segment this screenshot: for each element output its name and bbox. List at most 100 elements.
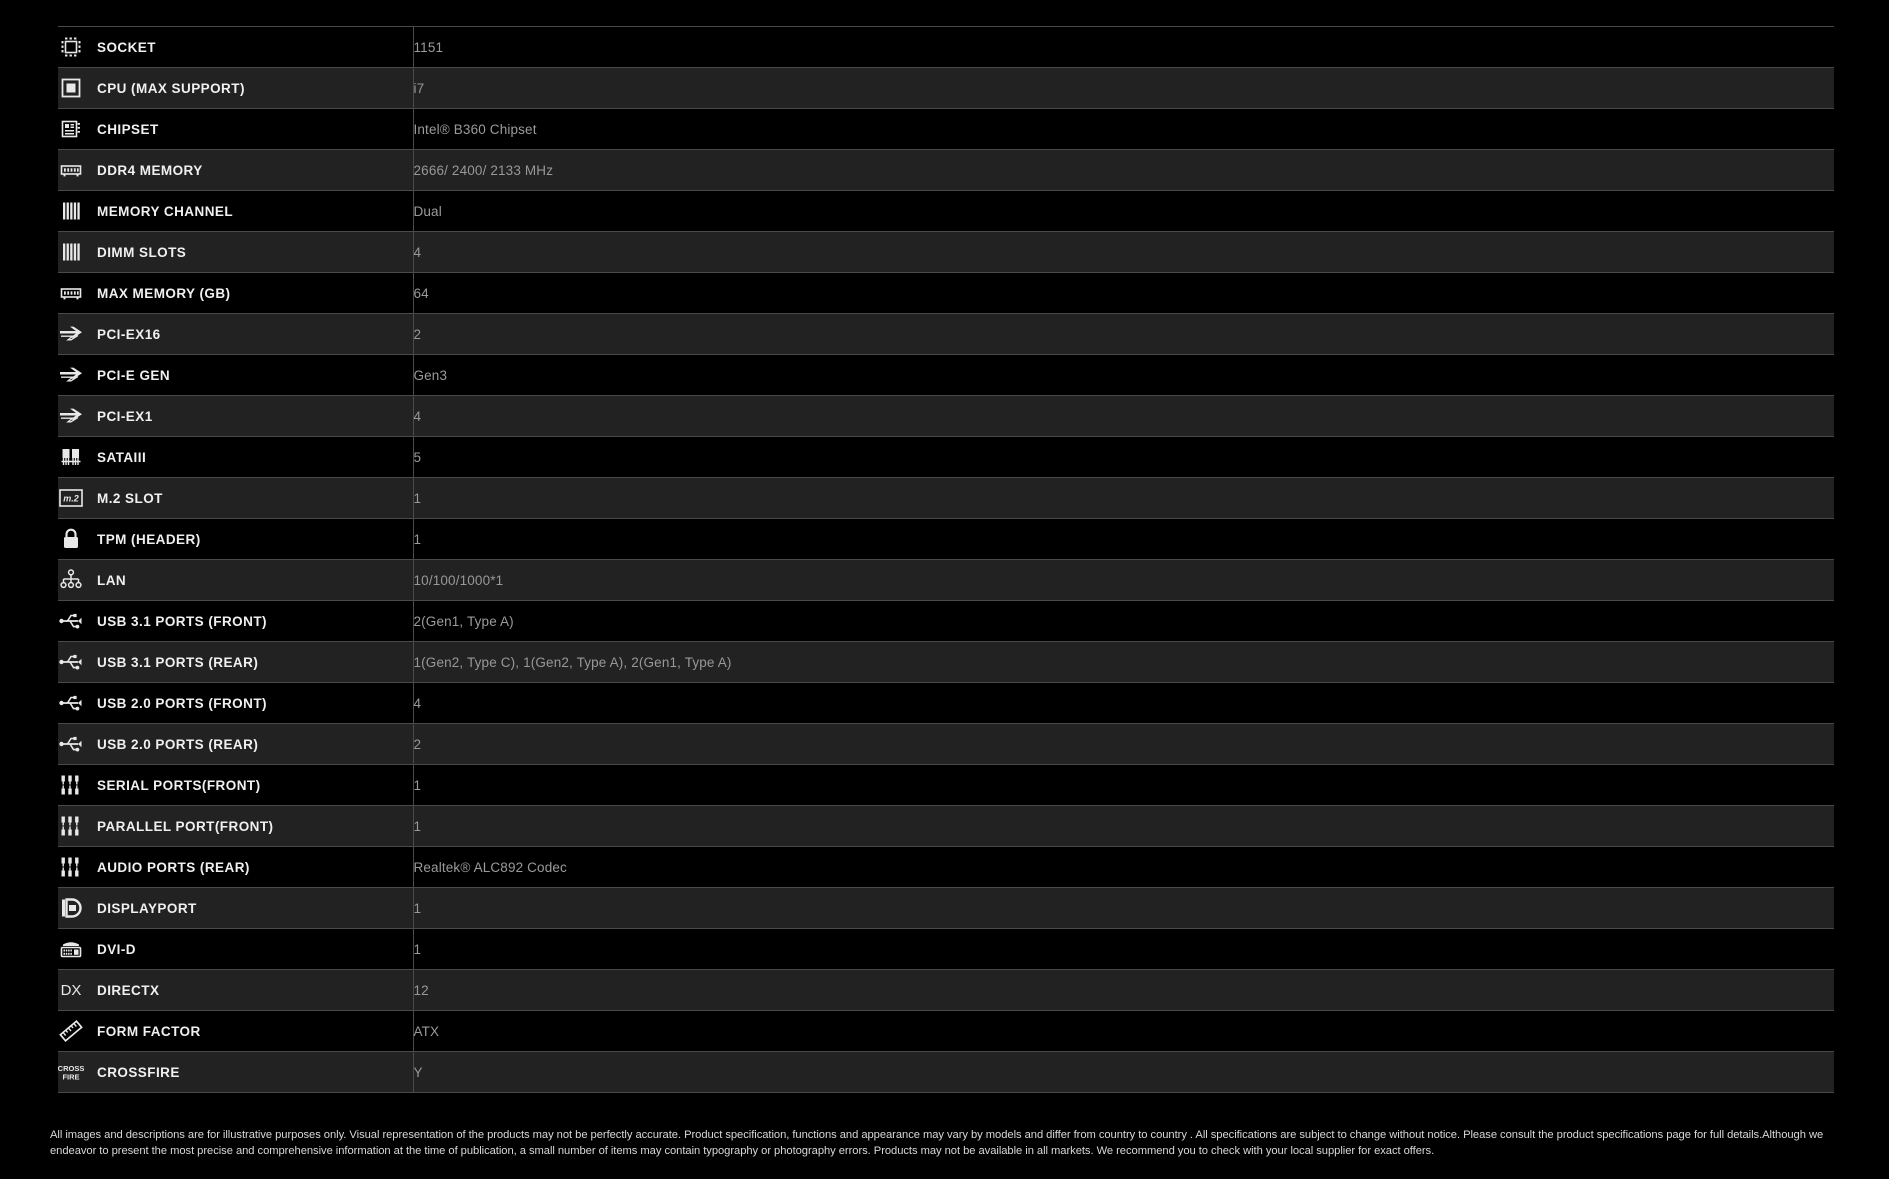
table-row: CHIPSET Intel® B360 Chipset	[58, 108, 1834, 150]
table-row: DDR4 MEMORY 2666/ 2400/ 2133 MHz	[58, 149, 1834, 191]
spec-value: 2(Gen1, Type A)	[413, 600, 1834, 642]
spec-value: 2	[413, 313, 1834, 355]
pcie-arrow-icon	[58, 403, 84, 429]
spec-label: PCI-EX1	[97, 408, 153, 424]
spec-label-cell: PCI-EX1	[58, 395, 414, 437]
spec-label-cell: CROSS FIRE CROSSFIRE	[58, 1051, 414, 1093]
m2-slot-icon: m.2	[58, 485, 84, 511]
spec-value: 1	[413, 928, 1834, 970]
specifications-table: SOCKET 1151 CPU (MAX SUPPORT) i7 CHIPSET Inte…	[58, 26, 1834, 1093]
spec-value: 4	[413, 395, 1834, 437]
spec-label-cell: DISPLAYPORT	[58, 887, 414, 929]
svg-text:DX: DX	[61, 982, 82, 999]
spec-label-cell: MAX MEMORY (GB)	[58, 272, 414, 314]
directx-icon: DX	[58, 977, 84, 1003]
spec-label-cell: PCI-E GEN	[58, 354, 414, 396]
sata-icon	[58, 444, 84, 470]
table-row: PCI-EX16 2	[58, 313, 1834, 355]
table-row: DX DIRECTX 12	[58, 969, 1834, 1011]
spec-value: 1	[413, 518, 1834, 560]
spec-value: 64	[413, 272, 1834, 314]
spec-label: CROSSFIRE	[97, 1064, 180, 1080]
spec-label-cell: AUDIO PORTS (REAR)	[58, 846, 414, 888]
spec-value: Dual	[413, 190, 1834, 232]
spec-label: SATAIII	[97, 449, 147, 465]
spec-label: USB 3.1 PORTS (REAR)	[97, 654, 259, 670]
spec-label: SOCKET	[97, 39, 156, 55]
spec-label: DIRECTX	[97, 982, 160, 998]
spec-label: USB 2.0 PORTS (REAR)	[97, 736, 259, 752]
table-row: CPU (MAX SUPPORT) i7	[58, 67, 1834, 109]
chipset-icon	[58, 116, 84, 142]
svg-text:FIRE: FIRE	[62, 1073, 79, 1082]
spec-label-cell: MEMORY CHANNEL	[58, 190, 414, 232]
usb-icon	[58, 608, 84, 634]
spec-value: 5	[413, 436, 1834, 478]
spec-label-cell: SERIAL PORTS(FRONT)	[58, 764, 414, 806]
dimm-slots-icon	[58, 239, 84, 265]
spec-value: 1	[413, 805, 1834, 847]
table-row: CROSS FIRE CROSSFIRE Y	[58, 1051, 1834, 1093]
spec-label-cell: m.2 M.2 SLOT	[58, 477, 414, 519]
table-row: MAX MEMORY (GB) 64	[58, 272, 1834, 314]
spec-value: Y	[413, 1051, 1834, 1093]
table-row: FORM FACTOR ATX	[58, 1010, 1834, 1052]
ruler-icon	[58, 1018, 84, 1044]
dvi-icon	[58, 936, 84, 962]
spec-label: USB 2.0 PORTS (FRONT)	[97, 695, 267, 711]
audio-jack-icon	[58, 772, 84, 798]
spec-value: i7	[413, 67, 1834, 109]
spec-value: Realtek® ALC892 Codec	[413, 846, 1834, 888]
spec-label-cell: DX DIRECTX	[58, 969, 414, 1011]
spec-value: ATX	[413, 1010, 1834, 1052]
socket-icon	[58, 34, 84, 60]
spec-label: FORM FACTOR	[97, 1023, 201, 1039]
spec-label-cell: USB 3.1 PORTS (FRONT)	[58, 600, 414, 642]
spec-label: CHIPSET	[97, 121, 159, 137]
spec-value: 4	[413, 231, 1834, 273]
spec-label-cell: CPU (MAX SUPPORT)	[58, 67, 414, 109]
spec-label: SERIAL PORTS(FRONT)	[97, 777, 261, 793]
table-row: PCI-EX1 4	[58, 395, 1834, 437]
spec-sheet-page: SOCKET 1151 CPU (MAX SUPPORT) i7 CHIPSET Inte…	[0, 0, 1889, 1179]
audio-jack-icon	[58, 813, 84, 839]
usb-icon	[58, 649, 84, 675]
table-row: USB 3.1 PORTS (REAR) 1(Gen2, Type C), 1(G…	[58, 641, 1834, 683]
pcie-arrow-icon	[58, 321, 84, 347]
spec-label: CPU (MAX SUPPORT)	[97, 80, 245, 96]
spec-label-cell: USB 2.0 PORTS (FRONT)	[58, 682, 414, 724]
displayport-icon	[58, 895, 84, 921]
crossfire-icon: CROSS FIRE	[58, 1059, 84, 1085]
disclaimer-text: All images and descriptions are for illu…	[50, 1129, 1824, 1157]
lock-icon	[58, 526, 84, 552]
table-row: MEMORY CHANNEL Dual	[58, 190, 1834, 232]
spec-label-cell: USB 3.1 PORTS (REAR)	[58, 641, 414, 683]
usb-icon	[58, 731, 84, 757]
pcie-arrow-icon	[58, 362, 84, 388]
spec-value: 2	[413, 723, 1834, 765]
spec-label-cell: TPM (HEADER)	[58, 518, 414, 560]
spec-value: 1	[413, 887, 1834, 929]
spec-label: DIMM SLOTS	[97, 244, 187, 260]
table-row: m.2 M.2 SLOT 1	[58, 477, 1834, 519]
memory-module-icon	[58, 280, 84, 306]
spec-label-cell: CHIPSET	[58, 108, 414, 150]
table-row: SOCKET 1151	[58, 26, 1834, 68]
spec-value: 12	[413, 969, 1834, 1011]
lan-network-icon	[58, 567, 84, 593]
spec-value: 1	[413, 764, 1834, 806]
table-row: DVI-D 1	[58, 928, 1834, 970]
spec-value: Gen3	[413, 354, 1834, 396]
table-row: DISPLAYPORT 1	[58, 887, 1834, 929]
spec-label: PCI-E GEN	[97, 367, 171, 383]
spec-label: MEMORY CHANNEL	[97, 203, 234, 219]
spec-label: PARALLEL PORT(FRONT)	[97, 818, 274, 834]
spec-label: AUDIO PORTS (REAR)	[97, 859, 250, 875]
memory-module-icon	[58, 157, 84, 183]
usb-icon	[58, 690, 84, 716]
spec-label: DVI-D	[97, 941, 136, 957]
table-row: LAN 10/100/1000*1	[58, 559, 1834, 601]
spec-label: M.2 SLOT	[97, 490, 163, 506]
spec-value: 1	[413, 477, 1834, 519]
table-row: DIMM SLOTS 4	[58, 231, 1834, 273]
